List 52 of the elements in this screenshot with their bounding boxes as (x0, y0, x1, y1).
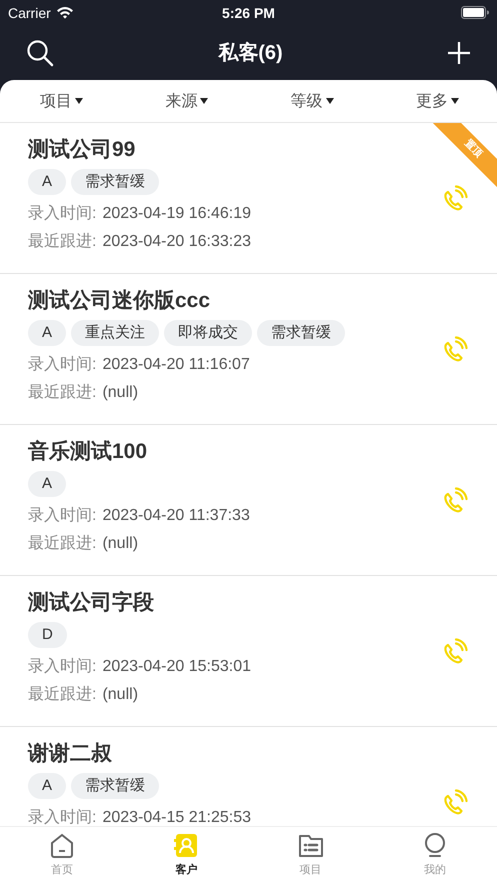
tag-chip: D (28, 622, 67, 648)
field-value: 2023-04-20 16:33:23 (102, 232, 252, 252)
field-label: 最近跟进: (28, 232, 96, 252)
carrier-label: Carrier (8, 4, 51, 20)
client-name: 测试公司字段 (28, 590, 155, 616)
field-value: 2023-04-20 15:53:01 (102, 657, 252, 677)
battery-icon (461, 6, 489, 19)
filter-dropdown[interactable]: 等级 (290, 88, 334, 114)
field-value: 2023-04-15 21:25:53 (102, 808, 252, 826)
wifi-icon (56, 6, 74, 19)
field-label: 最近跟进: (28, 382, 96, 403)
tag-chip: 需求暂缓 (71, 773, 160, 799)
client-name: 谢谢二叔 (28, 741, 113, 767)
field-value: (null) (102, 534, 138, 554)
status-time: 5:26 PM (222, 4, 275, 20)
field-value: 2023-04-19 16:46:19 (102, 204, 252, 224)
add-icon[interactable] (447, 40, 471, 64)
field-label: 录入时间: (28, 656, 96, 677)
client-name: 测试公司99 (28, 137, 136, 163)
field-label: 录入时间: (28, 808, 96, 826)
field-label: 录入时间: (28, 204, 96, 224)
caret-icon (75, 98, 83, 104)
filter-dropdown[interactable]: 更多 (416, 88, 459, 114)
contacts-icon (173, 832, 200, 859)
caret-icon (200, 98, 208, 104)
tag-chip: A (28, 169, 66, 195)
tab-item[interactable]: 客户 (124, 827, 248, 883)
field-value: 2023-04-20 11:37:33 (102, 506, 250, 526)
field-value: (null) (102, 685, 138, 705)
page-title: 私客(6) (217, 40, 284, 66)
search-icon[interactable] (26, 38, 54, 66)
folder-icon (298, 832, 324, 859)
tag-chip: A (28, 773, 66, 799)
tag-chip: 需求暂缓 (71, 169, 160, 195)
tag-chip: 即将成交 (164, 320, 252, 346)
field-label: 最近跟进: (28, 684, 96, 705)
tag-chip: A (28, 320, 66, 346)
field-value: 2023-04-20 11:16:07 (102, 355, 250, 375)
client-name: 测试公司迷你版ccc (28, 288, 212, 314)
home-icon (49, 832, 76, 859)
tag-chip: 需求暂缓 (257, 320, 346, 346)
field-label: 录入时间: (28, 354, 96, 375)
filter-dropdown[interactable]: 来源 (165, 88, 208, 114)
field-label: 最近跟进: (28, 534, 96, 554)
caret-icon (326, 98, 334, 104)
tag-chip: 重点关注 (71, 320, 160, 346)
client-name: 音乐测试100 (28, 439, 148, 465)
field-label: 录入时间: (28, 506, 96, 526)
field-value: (null) (102, 383, 138, 403)
filter-dropdown[interactable]: 项目 (40, 88, 83, 114)
tag-chip: A (28, 471, 66, 497)
caret-icon (450, 98, 459, 104)
